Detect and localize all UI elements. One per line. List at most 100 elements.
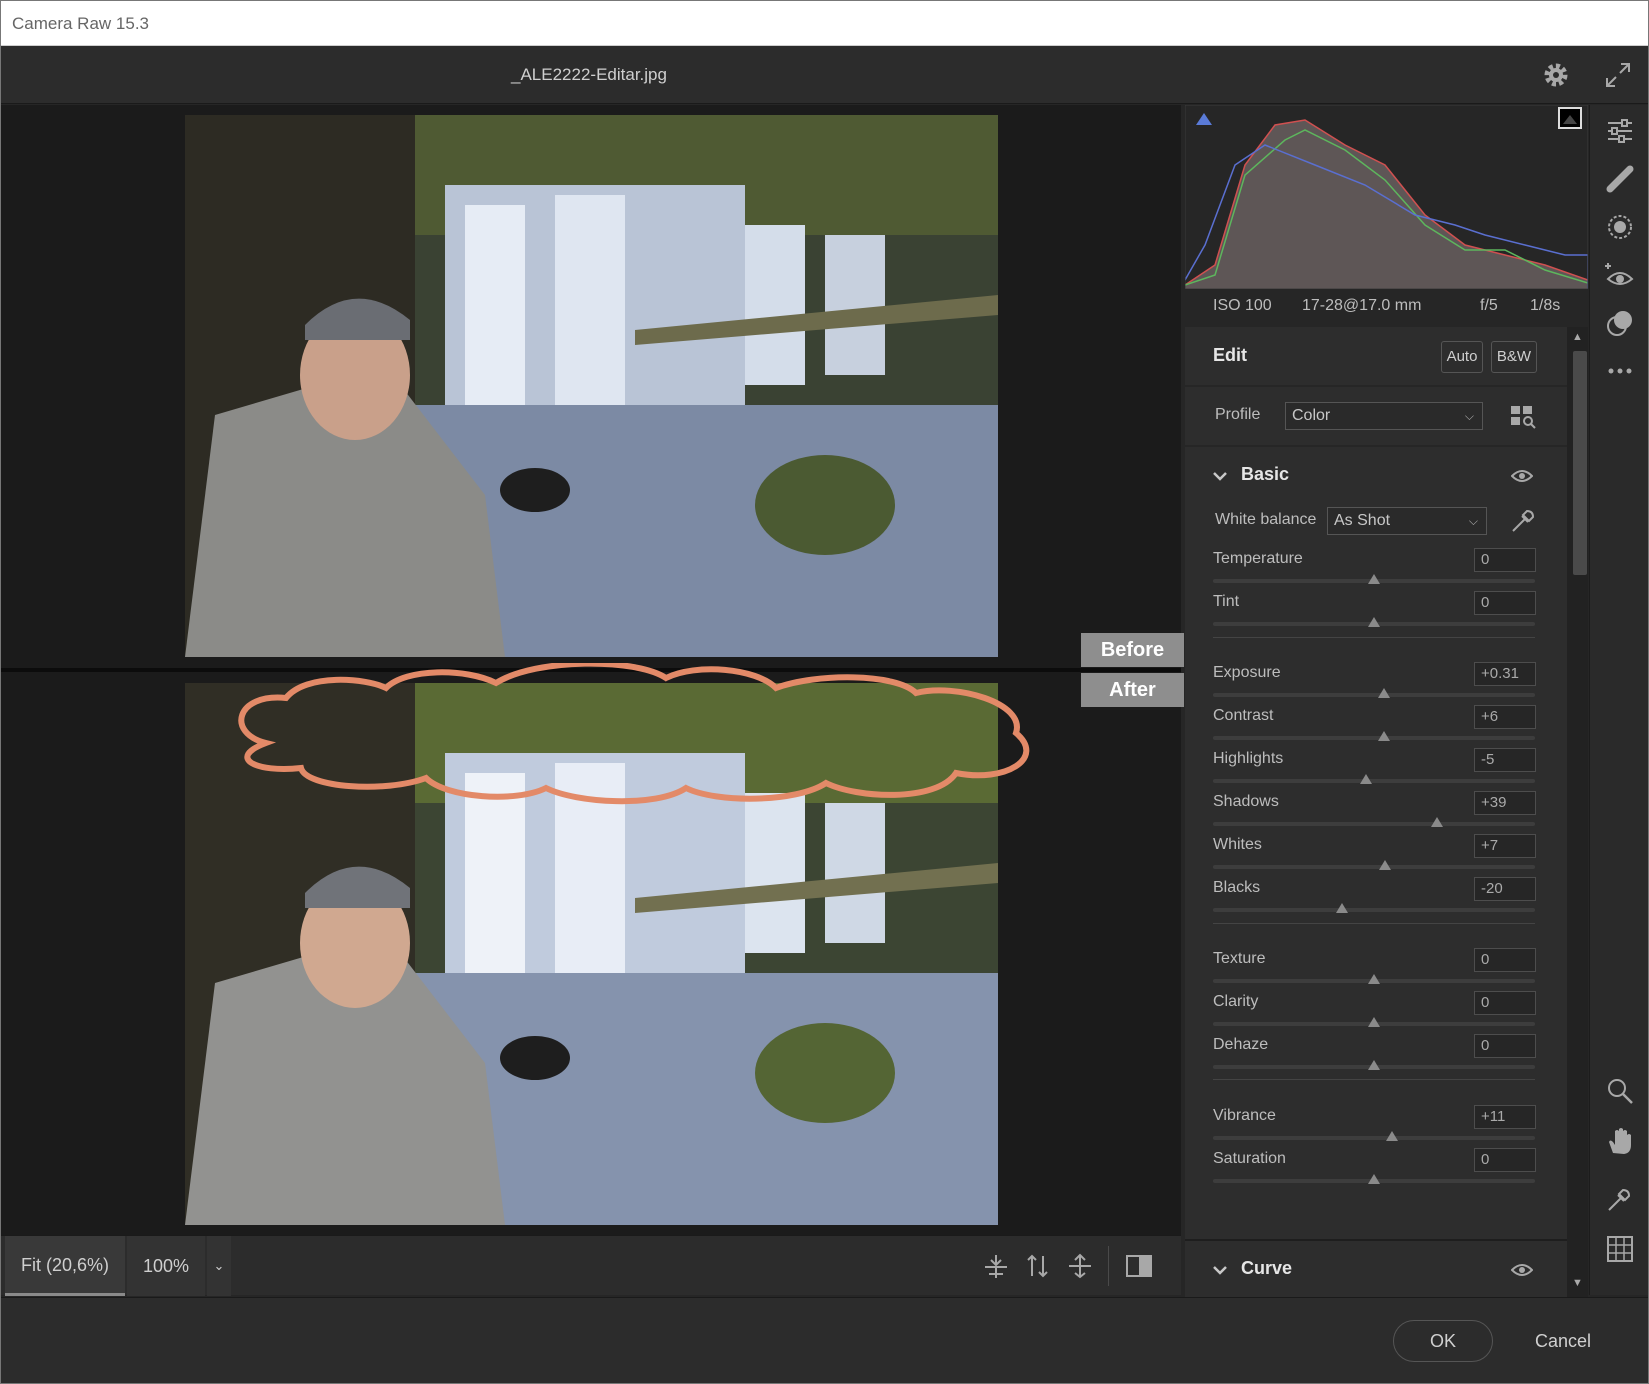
slider-value-input[interactable]: 0 bbox=[1474, 548, 1536, 572]
copy-settings-icon[interactable] bbox=[1023, 1252, 1053, 1280]
hand-icon[interactable] bbox=[1604, 1125, 1636, 1157]
red-eye-icon[interactable] bbox=[1604, 259, 1636, 291]
slider-value-input[interactable]: +39 bbox=[1474, 791, 1536, 815]
mask-icon[interactable] bbox=[1604, 211, 1636, 243]
slider-value-input[interactable]: 0 bbox=[1474, 591, 1536, 615]
slider-label: Exposure bbox=[1213, 664, 1281, 681]
slider-value-input[interactable]: -5 bbox=[1474, 748, 1536, 772]
healing-icon[interactable] bbox=[1604, 163, 1636, 195]
slider-thumb[interactable] bbox=[1377, 688, 1390, 698]
slider-value-input[interactable]: 0 bbox=[1474, 948, 1536, 972]
slider-vibrance[interactable]: Vibrance +11 bbox=[1185, 1105, 1567, 1150]
slider-thumb[interactable] bbox=[1368, 574, 1380, 584]
slider-temperature[interactable]: Temperature 0 bbox=[1185, 548, 1567, 593]
grid-icon[interactable] bbox=[1604, 1233, 1636, 1265]
sampler-icon[interactable] bbox=[1604, 1183, 1636, 1215]
slider-track[interactable] bbox=[1213, 908, 1535, 912]
slider-thumb[interactable] bbox=[1368, 617, 1380, 627]
swap-before-after-icon[interactable] bbox=[981, 1252, 1011, 1280]
slider-value-input[interactable]: 0 bbox=[1474, 1034, 1536, 1058]
swap-settings-icon[interactable] bbox=[1065, 1252, 1095, 1280]
auto-button[interactable]: Auto bbox=[1441, 341, 1483, 373]
slider-saturation[interactable]: Saturation 0 bbox=[1185, 1148, 1567, 1193]
after-label: After bbox=[1081, 673, 1184, 707]
zoom-icon[interactable] bbox=[1604, 1075, 1636, 1107]
slider-thumb[interactable] bbox=[1368, 1174, 1380, 1184]
slider-track[interactable] bbox=[1213, 865, 1535, 869]
expand-icon[interactable] bbox=[1603, 60, 1633, 90]
slider-value-input[interactable]: -20 bbox=[1474, 877, 1536, 901]
slider-shadows[interactable]: Shadows +39 bbox=[1185, 791, 1567, 836]
shadow-clipping-icon[interactable] bbox=[1193, 107, 1215, 127]
gear-icon[interactable] bbox=[1541, 60, 1571, 90]
slider-label: Saturation bbox=[1213, 1150, 1286, 1167]
slider-label: Vibrance bbox=[1213, 1107, 1276, 1124]
group-separator bbox=[1213, 637, 1535, 638]
slider-thumb[interactable] bbox=[1335, 903, 1348, 913]
more-icon[interactable] bbox=[1604, 355, 1636, 387]
scroll-thumb[interactable] bbox=[1573, 351, 1587, 575]
slider-track[interactable] bbox=[1213, 822, 1535, 826]
profile-value: Color bbox=[1292, 407, 1331, 424]
chevron-down-icon: ⌵ bbox=[1468, 514, 1478, 528]
slider-thumb[interactable] bbox=[1379, 860, 1392, 870]
slider-thumb[interactable] bbox=[1385, 1131, 1398, 1141]
slider-track[interactable] bbox=[1213, 693, 1535, 697]
highlight-clipping-icon[interactable] bbox=[1558, 107, 1582, 129]
slider-thumb[interactable] bbox=[1368, 974, 1380, 984]
iso-value: ISO 100 bbox=[1213, 297, 1272, 314]
slider-dehaze[interactable]: Dehaze 0 bbox=[1185, 1034, 1567, 1079]
slider-value-input[interactable]: +0.31 bbox=[1474, 662, 1536, 686]
bw-button[interactable]: B&W bbox=[1491, 341, 1537, 373]
zoom-dropdown[interactable]: ⌄ bbox=[207, 1236, 231, 1296]
slider-thumb[interactable] bbox=[1377, 731, 1390, 741]
slider-thumb[interactable] bbox=[1368, 1060, 1380, 1070]
ok-button[interactable]: OK bbox=[1393, 1320, 1493, 1362]
slider-contrast[interactable]: Contrast +6 bbox=[1185, 705, 1567, 750]
slider-value-input[interactable]: +6 bbox=[1474, 705, 1536, 729]
aperture-value: f/5 bbox=[1480, 297, 1498, 314]
edit-sliders-icon[interactable] bbox=[1604, 115, 1636, 147]
toggle-view-icon[interactable] bbox=[1124, 1252, 1154, 1280]
scroll-down-icon[interactable]: ▼ bbox=[1572, 1277, 1583, 1289]
slider-texture[interactable]: Texture 0 bbox=[1185, 948, 1567, 993]
slider-value-input[interactable]: 0 bbox=[1474, 1148, 1536, 1172]
scroll-up-icon[interactable]: ▲ bbox=[1572, 331, 1583, 343]
slider-track[interactable] bbox=[1213, 736, 1535, 740]
slider-whites[interactable]: Whites +7 bbox=[1185, 834, 1567, 879]
visibility-eye-icon[interactable] bbox=[1511, 1262, 1533, 1278]
profile-select[interactable]: Color ⌵ bbox=[1285, 402, 1483, 430]
image-viewer[interactable]: Before After bbox=[1, 105, 1184, 1235]
presets-icon[interactable] bbox=[1604, 307, 1636, 339]
visibility-eye-icon[interactable] bbox=[1511, 468, 1533, 484]
chevron-down-icon[interactable] bbox=[1211, 1261, 1229, 1279]
chevron-down-icon: ⌵ bbox=[1464, 409, 1474, 423]
slider-value-input[interactable]: +7 bbox=[1474, 834, 1536, 858]
camera-raw-window: Camera Raw 15.3 _ALE2222-Editar.jpg Befo… bbox=[0, 0, 1649, 1384]
fit-zoom-button[interactable]: Fit (20,6%) bbox=[5, 1236, 125, 1296]
basic-title: Basic bbox=[1241, 464, 1290, 484]
cancel-button[interactable]: Cancel bbox=[1513, 1320, 1613, 1362]
chevron-down-icon[interactable] bbox=[1211, 467, 1229, 485]
zoom-100-button[interactable]: 100% bbox=[127, 1236, 205, 1296]
slider-blacks[interactable]: Blacks -20 bbox=[1185, 877, 1567, 922]
slider-track[interactable] bbox=[1213, 1136, 1535, 1140]
slider-clarity[interactable]: Clarity 0 bbox=[1185, 991, 1567, 1036]
slider-thumb[interactable] bbox=[1430, 817, 1443, 827]
compare-divider bbox=[1, 668, 1181, 672]
slider-highlights[interactable]: Highlights -5 bbox=[1185, 748, 1567, 793]
slider-label: Highlights bbox=[1213, 750, 1284, 767]
slider-thumb[interactable] bbox=[1368, 1017, 1380, 1027]
before-label: Before bbox=[1081, 633, 1184, 667]
group-separator bbox=[1213, 923, 1535, 924]
panel-scrollbar[interactable]: ▲ ▼ bbox=[1567, 327, 1588, 1297]
grid-search-icon[interactable] bbox=[1510, 405, 1536, 429]
white-balance-select[interactable]: As Shot ⌵ bbox=[1327, 507, 1487, 535]
slider-track[interactable] bbox=[1213, 779, 1535, 783]
slider-thumb[interactable] bbox=[1359, 774, 1372, 784]
eyedropper-icon[interactable] bbox=[1509, 507, 1537, 535]
slider-value-input[interactable]: +11 bbox=[1474, 1105, 1536, 1129]
slider-tint[interactable]: Tint 0 bbox=[1185, 591, 1567, 636]
slider-exposure[interactable]: Exposure +0.31 bbox=[1185, 662, 1567, 707]
slider-value-input[interactable]: 0 bbox=[1474, 991, 1536, 1015]
